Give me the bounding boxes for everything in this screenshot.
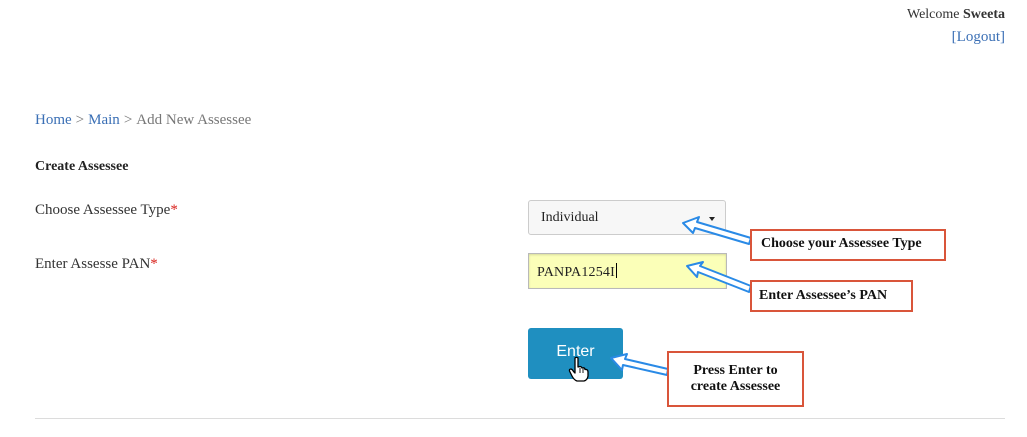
- callout-assessee-type: Choose your Assessee Type: [750, 229, 946, 261]
- hand-pointer-icon: [568, 356, 589, 382]
- callout-assessee-type-text: Choose your Assessee Type: [761, 236, 922, 251]
- arrow-to-enter-button: [610, 353, 669, 376]
- arrow-to-pan-input: [686, 261, 752, 293]
- arrow-to-type-select: [682, 216, 752, 245]
- callout-pan-text: Enter Assessee’s PAN: [759, 288, 888, 303]
- callout-enter-line2: create Assessee: [690, 379, 781, 394]
- callout-enter: Press Enter to create Assessee: [667, 351, 804, 407]
- annotation-arrows: [610, 216, 752, 376]
- callout-enter-line1: Press Enter to: [693, 363, 778, 378]
- divider: [35, 418, 1005, 419]
- callout-pan: Enter Assessee’s PAN: [750, 280, 913, 312]
